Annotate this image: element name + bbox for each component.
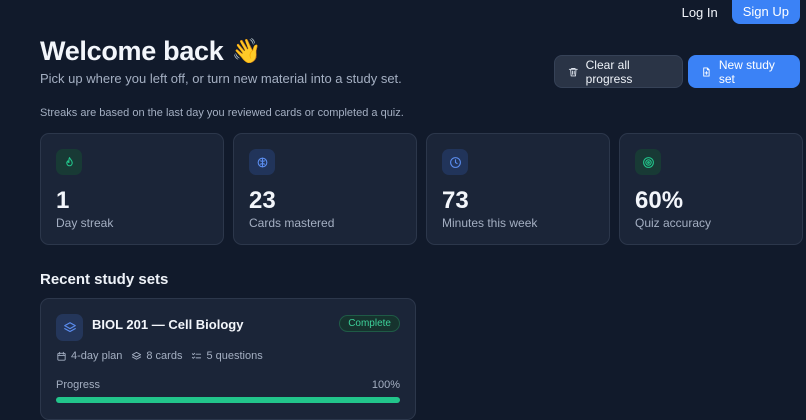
questions-meta: 5 questions xyxy=(191,350,263,362)
trash-icon xyxy=(568,67,578,76)
page-header: Welcome back 👋 xyxy=(40,36,261,67)
stat-card-streak: 1 Day streak xyxy=(40,133,224,245)
recent-section-title: Recent study sets xyxy=(40,271,169,288)
status-badge: Complete xyxy=(339,315,400,332)
login-link[interactable]: Log In xyxy=(682,5,718,20)
stat-card-quiz-accuracy: 60% Quiz accuracy xyxy=(619,133,803,245)
stats-row: 1 Day streak 23 Cards mastered 73 Minute… xyxy=(40,133,803,245)
questions-text: 5 questions xyxy=(206,350,263,362)
signup-button[interactable]: Sign Up xyxy=(731,0,800,24)
stat-icon-badge xyxy=(249,149,275,175)
study-set-meta: 4-day plan 8 cards 5 questions xyxy=(56,350,263,362)
brain-icon xyxy=(257,157,267,167)
progress-label: Progress xyxy=(56,379,101,391)
page-subtitle: Pick up where you left off, or turn new … xyxy=(40,71,402,86)
calendar-icon xyxy=(57,351,66,361)
wave-emoji: 👋 xyxy=(231,38,262,65)
plan-meta: 4-day plan xyxy=(56,350,122,362)
stat-label: Quiz accuracy xyxy=(635,216,712,230)
cards-text: 8 cards xyxy=(146,350,183,362)
new-file-icon xyxy=(703,66,710,77)
progress-bar-fill xyxy=(56,397,400,403)
progress-percent: 100% xyxy=(371,379,400,391)
clear-progress-label: Clear all progress xyxy=(585,57,633,86)
stat-value: 60% xyxy=(635,187,684,214)
stack-icon xyxy=(132,351,142,360)
stat-icon-badge xyxy=(635,149,661,175)
stat-label: Day streak xyxy=(56,216,114,230)
study-set-icon-badge xyxy=(56,314,83,341)
stat-icon-badge xyxy=(56,149,82,175)
stat-value: 1 xyxy=(56,187,70,214)
flame-icon xyxy=(65,156,73,166)
cards-meta: 8 cards xyxy=(131,350,182,362)
progress-bar xyxy=(56,397,400,403)
new-study-set-label: New study set xyxy=(718,57,775,86)
new-study-set-button[interactable]: New study set xyxy=(688,55,800,88)
streak-note: Streaks are based on the last day you re… xyxy=(40,107,404,119)
plan-text: 4-day plan xyxy=(71,350,123,362)
stat-icon-badge xyxy=(442,149,468,175)
clock-icon xyxy=(449,156,461,168)
study-set-title[interactable]: BIOL 201 — Cell Biology xyxy=(92,317,243,332)
page-title: Welcome back xyxy=(40,36,224,66)
layers-icon xyxy=(63,321,76,332)
stat-value: 23 xyxy=(249,187,276,214)
stat-card-cards-mastered: 23 Cards mastered xyxy=(233,133,417,245)
checklist-icon xyxy=(192,352,202,359)
target-icon xyxy=(642,156,654,168)
stat-label: Minutes this week xyxy=(442,216,538,230)
study-set-card[interactable]: BIOL 201 — Cell Biology Complete 4-day p… xyxy=(40,298,416,420)
stat-label: Cards mastered xyxy=(249,216,335,230)
clear-progress-button[interactable]: Clear all progress xyxy=(554,55,683,88)
stat-value: 73 xyxy=(442,187,469,214)
stat-card-minutes: 73 Minutes this week xyxy=(426,133,610,245)
top-bar: Log In Sign Up xyxy=(682,0,800,24)
